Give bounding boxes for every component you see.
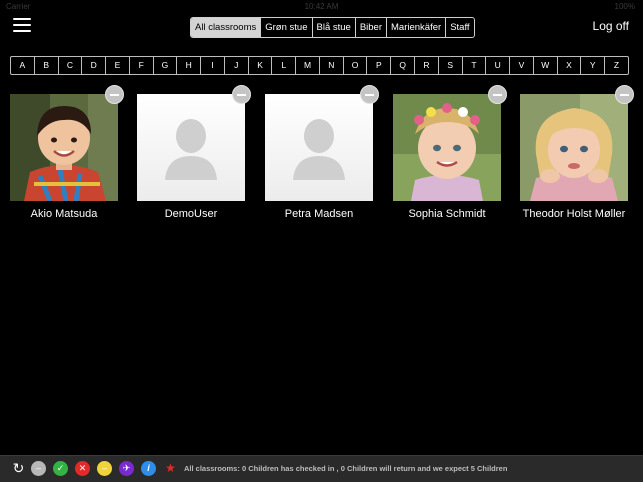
sick-icon[interactable]: ‒ — [97, 461, 112, 476]
letter-filter-m[interactable]: M — [295, 57, 319, 74]
child-name: Sophia Schmidt — [408, 208, 486, 220]
child-name: Theodor Holst Møller — [522, 208, 626, 220]
status-toolbar: ↻ ‒ ✓ ✕ ‒ ✈ i ★ All classrooms: 0 Childr… — [0, 455, 643, 482]
letter-filter-c[interactable]: C — [57, 57, 82, 74]
remove-child-button[interactable] — [488, 85, 507, 104]
letter-filter-l[interactable]: L — [271, 57, 295, 74]
letter-filter-v[interactable]: V — [509, 57, 533, 74]
placeholder-avatar-icon — [265, 94, 373, 201]
letter-filter-z[interactable]: Z — [604, 57, 628, 74]
child-card[interactable]: Theodor Holst Møller — [520, 85, 634, 220]
letter-filter-w[interactable]: W — [532, 57, 557, 74]
tab-staff[interactable]: Staff — [445, 18, 473, 37]
child-name: DemoUser — [164, 208, 218, 220]
placeholder-avatar-icon — [137, 94, 245, 201]
hamburger-menu-icon[interactable] — [13, 18, 31, 34]
running-icon[interactable]: ★ — [163, 461, 178, 476]
classroom-selector: All classrooms Grøn stue Blå stue Biber … — [190, 17, 475, 38]
remove-child-button[interactable] — [232, 85, 251, 104]
absent-icon[interactable]: ‒ — [31, 461, 46, 476]
status-bar: Carrier 10:42 AM 100% — [0, 0, 643, 12]
tab-marienkafer[interactable]: Marienkäfer — [386, 18, 445, 37]
tab-all-classrooms[interactable]: All classrooms — [191, 18, 261, 37]
letter-filter-i[interactable]: I — [200, 57, 224, 74]
letter-filter-n[interactable]: N — [318, 57, 343, 74]
letter-filter-o[interactable]: O — [342, 57, 367, 74]
vacation-icon[interactable]: ✈ — [119, 461, 134, 476]
checked-in-icon[interactable]: ✓ — [53, 461, 68, 476]
letter-filter-e[interactable]: E — [105, 57, 129, 74]
letter-filter-u[interactable]: U — [485, 57, 509, 74]
letter-filter-p[interactable]: P — [366, 57, 390, 74]
remove-child-button[interactable] — [615, 85, 634, 104]
child-card[interactable]: Petra Madsen — [265, 85, 379, 220]
letter-filter-h[interactable]: H — [176, 57, 200, 74]
tab-biber[interactable]: Biber — [354, 18, 386, 37]
log-off-button[interactable]: Log off — [593, 19, 629, 33]
child-card[interactable]: Sophia Schmidt — [393, 85, 507, 220]
child-photo — [10, 94, 118, 201]
checkin-summary: All classrooms: 0 Children has checked i… — [184, 464, 508, 473]
letter-filter-g[interactable]: G — [152, 57, 177, 74]
letter-filter-f[interactable]: F — [128, 57, 153, 74]
letter-filter-y[interactable]: Y — [580, 57, 604, 74]
letter-filter-q[interactable]: Q — [390, 57, 414, 74]
child-card[interactable]: Akio Matsuda — [10, 85, 124, 220]
letter-filter-x[interactable]: X — [556, 57, 581, 74]
child-card[interactable]: DemoUser — [137, 85, 251, 220]
child-name: Petra Madsen — [284, 208, 354, 220]
refresh-icon[interactable]: ↻ — [11, 461, 26, 476]
alphabet-filter: A B C D E F G H I J K L M N O P Q R S T … — [10, 56, 629, 75]
letter-filter-t[interactable]: T — [461, 57, 486, 74]
tab-gron-stue[interactable]: Grøn stue — [260, 18, 311, 37]
letter-filter-a[interactable]: A — [11, 57, 34, 74]
letter-filter-s[interactable]: S — [437, 57, 462, 74]
checked-out-icon[interactable]: ✕ — [75, 461, 90, 476]
info-icon[interactable]: i — [141, 461, 156, 476]
remove-child-button[interactable] — [105, 85, 124, 104]
child-photo — [520, 94, 628, 201]
letter-filter-r[interactable]: R — [414, 57, 438, 74]
letter-filter-k[interactable]: K — [247, 57, 272, 74]
child-photo — [393, 94, 501, 201]
tab-bla-stue[interactable]: Blå stue — [311, 18, 355, 37]
battery-label: 100% — [614, 2, 635, 11]
letter-filter-d[interactable]: D — [81, 57, 105, 74]
letter-filter-j[interactable]: J — [223, 57, 248, 74]
letter-filter-b[interactable]: B — [33, 57, 58, 74]
navigation-bar: All classrooms Grøn stue Blå stue Biber … — [0, 12, 643, 42]
remove-child-button[interactable] — [360, 85, 379, 104]
clock: 10:42 AM — [304, 2, 339, 11]
